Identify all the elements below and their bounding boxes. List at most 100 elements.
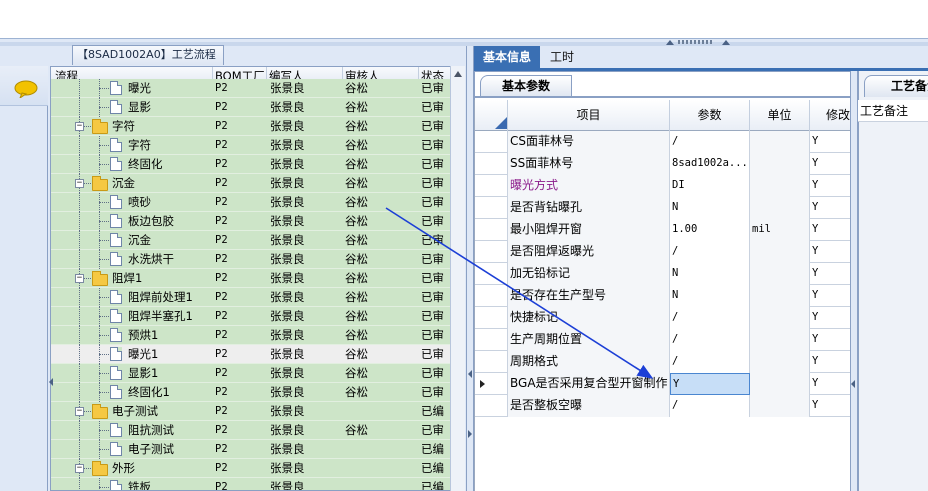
param-value-field[interactable]: / (670, 395, 750, 417)
row-indicator[interactable] (475, 153, 508, 175)
param-value-field[interactable]: N (670, 263, 750, 285)
tree-row[interactable]: 水洗烘干 P2 张景良 谷松 已审 (51, 250, 464, 269)
tree-folder-row[interactable]: − 电子测试 P2 张景良 已编 (51, 402, 464, 421)
param-value-field[interactable]: / (670, 131, 750, 153)
vertical-splitter[interactable] (466, 46, 474, 491)
column-header-unit[interactable]: 单位 (750, 100, 810, 131)
collapse-toggle-icon[interactable]: − (75, 122, 84, 131)
tree-row[interactable]: 终固化 P2 张景良 谷松 已审 (51, 155, 464, 174)
param-row[interactable]: SS面菲林号 8sad1002a... Y (475, 153, 850, 175)
row-indicator[interactable] (475, 219, 508, 241)
param-value-field[interactable]: N (670, 285, 750, 307)
tree-folder-row[interactable]: − 沉金 P2 张景良 谷松 已审 (51, 174, 464, 193)
subtab-basic-params[interactable]: 基本参数 (480, 75, 572, 97)
param-value-field[interactable]: Y (670, 373, 750, 395)
param-row[interactable]: 是否整板空曝 / Y (475, 395, 850, 417)
tree-row[interactable]: 预烘1 P2 张景良 谷松 已审 (51, 326, 464, 345)
param-modify-flag[interactable]: Y (810, 307, 850, 329)
tree-row[interactable]: 阻焊前处理1 P2 张景良 谷松 已审 (51, 288, 464, 307)
param-modify-flag[interactable]: Y (810, 175, 850, 197)
param-value-field[interactable]: / (670, 351, 750, 373)
collapse-remark-icon[interactable] (851, 380, 855, 388)
tree-row[interactable]: 电子测试 P2 张景良 已编 (51, 440, 464, 459)
tab-basic-info[interactable]: 基本信息 (474, 46, 540, 68)
collapse-toggle-icon[interactable]: − (75, 274, 84, 283)
param-modify-flag[interactable]: Y (810, 197, 850, 219)
row-indicator[interactable] (475, 131, 508, 153)
row-indicator[interactable] (475, 307, 508, 329)
basic-params-grid[interactable]: 项目 参数 单位 修改 CS面菲林号 / Y SS面菲林号 8sad1002a... Y 曝… (474, 100, 850, 491)
column-header-item[interactable]: 项目 (508, 100, 670, 131)
tree-row[interactable]: 板边包胶 P2 张景良 谷松 已审 (51, 212, 464, 231)
tree-row[interactable]: 沉金 P2 张景良 谷松 已审 (51, 231, 464, 250)
tab-process-remark[interactable]: 工艺备注 (864, 75, 928, 97)
param-value-field[interactable]: / (670, 329, 750, 351)
chat-bubble-icon[interactable] (14, 80, 38, 98)
param-modify-flag[interactable]: Y (810, 285, 850, 307)
row-indicator[interactable] (475, 241, 508, 263)
row-indicator[interactable] (475, 285, 508, 307)
param-row[interactable]: 快捷标记 / Y (475, 307, 850, 329)
tree-row[interactable]: 阻焊半塞孔1 P2 张景良 谷松 已审 (51, 307, 464, 326)
tree-row[interactable]: 显影 P2 张景良 谷松 已审 (51, 98, 464, 117)
tree-folder-row[interactable]: − 字符 P2 张景良 谷松 已审 (51, 117, 464, 136)
tree-row[interactable]: 终固化1 P2 张景良 谷松 已审 (51, 383, 464, 402)
tree-row[interactable]: 阻抗测试 P2 张景良 谷松 已审 (51, 421, 464, 440)
row-indicator[interactable] (475, 373, 508, 395)
param-row[interactable]: 是否阻焊返曝光 / Y (475, 241, 850, 263)
row-indicator[interactable] (475, 351, 508, 373)
param-value-field[interactable]: / (670, 307, 750, 329)
collapse-toggle-icon[interactable]: − (75, 179, 84, 188)
param-row[interactable]: 生产周期位置 / Y (475, 329, 850, 351)
param-row[interactable]: 是否存在生产型号 N Y (475, 285, 850, 307)
splitter-grip[interactable] (678, 40, 714, 44)
tree-folder-row[interactable]: − 外形 P2 张景良 已编 (51, 459, 464, 478)
param-modify-flag[interactable]: Y (810, 351, 850, 373)
row-indicator[interactable] (475, 175, 508, 197)
param-value-field[interactable]: N (670, 197, 750, 219)
param-modify-flag[interactable]: Y (810, 263, 850, 285)
collapse-left-icon[interactable] (468, 370, 472, 378)
tree-row[interactable]: 字符 P2 张景良 谷松 已审 (51, 136, 464, 155)
param-modify-flag[interactable]: Y (810, 329, 850, 351)
param-row[interactable]: 周期格式 / Y (475, 351, 850, 373)
collapse-toggle-icon[interactable]: − (75, 407, 84, 416)
row-indicator[interactable] (475, 197, 508, 219)
param-modify-flag[interactable]: Y (810, 219, 850, 241)
param-modify-flag[interactable]: Y (810, 131, 850, 153)
param-modify-flag[interactable]: Y (810, 373, 850, 395)
param-row[interactable]: BGA是否采用复合型开窗制作 Y Y (475, 373, 850, 395)
row-indicator[interactable] (475, 395, 508, 417)
param-value-field[interactable]: / (670, 241, 750, 263)
tree-row[interactable]: 显影1 P2 张景良 谷松 已审 (51, 364, 464, 383)
process-flow-tree[interactable]: 流程 BOM工厂 编写人 审核人 状态 曝光 P2 张景良 谷松 已审 显影 P2 张景良 谷松… (50, 66, 465, 491)
param-value-field[interactable]: 1.00 (670, 219, 750, 241)
collapse-up-icon[interactable] (666, 40, 674, 45)
collapse-up-icon-right[interactable] (722, 40, 730, 45)
column-header-modify[interactable]: 修改 (810, 100, 850, 131)
param-modify-flag[interactable]: Y (810, 241, 850, 263)
tree-row[interactable]: 喷砂 P2 张景良 谷松 已审 (51, 193, 464, 212)
tree-folder-row[interactable]: − 阻焊1 P2 张景良 谷松 已审 (51, 269, 464, 288)
expand-right-icon[interactable] (468, 430, 472, 438)
param-row[interactable]: CS面菲林号 / Y (475, 131, 850, 153)
row-indicator[interactable] (475, 329, 508, 351)
param-row[interactable]: 最小阻焊开窗 1.00 mil Y (475, 219, 850, 241)
column-header-value[interactable]: 参数 (670, 100, 750, 131)
param-value-field[interactable]: 8sad1002a... (670, 153, 750, 175)
collapse-left-panel-icon[interactable] (49, 378, 53, 386)
scroll-up-icon[interactable] (454, 71, 462, 77)
right-splitter[interactable] (850, 71, 858, 491)
tree-row[interactable]: 曝光 P2 张景良 谷松 已审 (51, 79, 464, 98)
tab-work-hours[interactable]: 工时 (542, 46, 582, 68)
param-row[interactable]: 加无铅标记 N Y (475, 263, 850, 285)
param-modify-flag[interactable]: Y (810, 395, 850, 417)
param-value-field[interactable]: DI (670, 175, 750, 197)
collapse-toggle-icon[interactable]: − (75, 464, 84, 473)
row-indicator[interactable] (475, 263, 508, 285)
tree-vertical-scrollbar[interactable] (450, 66, 465, 491)
param-modify-flag[interactable]: Y (810, 153, 850, 175)
tree-row[interactable]: 曝光1 P2 张景良 谷松 已审 (51, 345, 464, 364)
tree-row[interactable]: 铣板 P2 张景良 已编 (51, 478, 464, 490)
param-row[interactable]: 是否背钻曝孔 N Y (475, 197, 850, 219)
